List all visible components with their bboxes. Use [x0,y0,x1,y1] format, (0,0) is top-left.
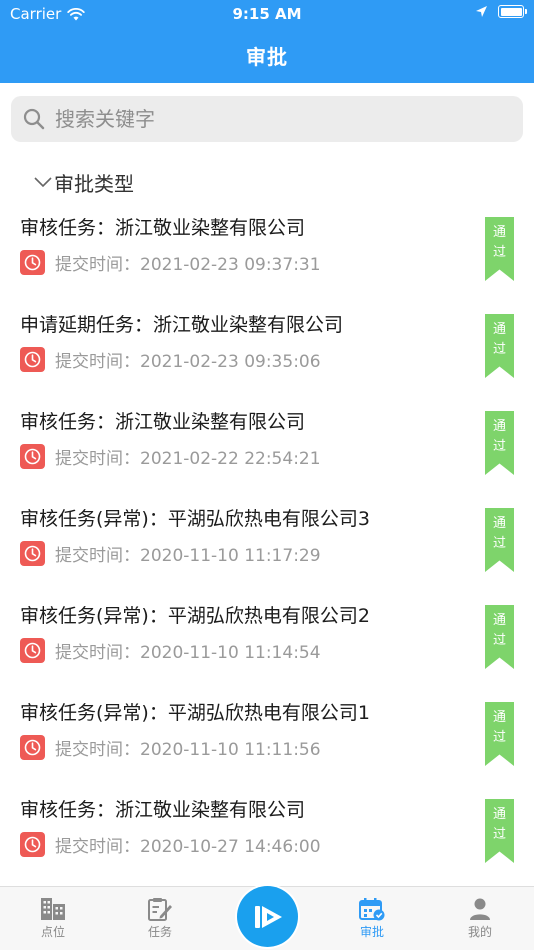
time-label: 提交时间：2020-10-27 14:46:00 [55,837,321,857]
location-arrow-icon [476,6,487,17]
item-time-row: 提交时间：2021-02-23 09:35:06 [20,347,321,372]
clock-icon [20,444,45,469]
tab-tasks[interactable]: 任务 [130,897,190,940]
section-header[interactable]: 审批类型 [34,168,134,196]
search-bar[interactable] [11,96,523,142]
time-label: 提交时间：2021-02-22 22:54:21 [55,449,321,469]
list-item[interactable]: 审核任务：浙江敬业染整有限公司 提交时间：2021-02-22 22:54:21… [0,399,534,496]
status-badge: 通过 [485,702,514,766]
clock-icon [20,250,45,275]
list-item[interactable]: 审核任务：浙江敬业染整有限公司 提交时间：2020-10-27 14:46:00… [0,787,534,884]
status-badge: 通过 [485,508,514,572]
item-title: 审核任务(异常)：平湖弘欣热电有限公司2 [20,605,370,627]
item-time-row: 提交时间：2021-02-22 22:54:21 [20,444,321,469]
list-item[interactable]: 审核任务(异常)：平湖弘欣热电有限公司1 提交时间：2020-11-10 11:… [0,690,534,787]
item-title: 审核任务：浙江敬业染整有限公司 [20,217,306,239]
clock-icon [20,347,45,372]
battery-icon [498,5,527,18]
search-icon [23,108,45,130]
status-badge: 通过 [485,799,514,863]
item-title: 审核任务：浙江敬业染整有限公司 [20,411,306,433]
item-time-row: 提交时间：2020-11-10 11:17:29 [20,541,321,566]
status-time: 9:15 AM [232,5,302,23]
status-badge: 通过 [485,605,514,669]
tab-label: 任务 [147,925,172,939]
tab-profile[interactable]: 我的 [450,897,510,940]
tab-label: 点位 [40,925,65,939]
list-item[interactable]: 审核任务(异常)：平湖弘欣热电有限公司2 提交时间：2020-11-10 11:… [0,593,534,690]
clock-icon [20,735,45,760]
status-badge: 通过 [485,217,514,281]
page-title: 审批 [246,45,288,69]
tab-points[interactable]: 点位 [23,897,83,940]
clock-icon [20,541,45,566]
building-icon [41,898,65,920]
chevron-down-icon [34,177,52,188]
task-edit-icon [148,898,172,921]
list-item[interactable]: 审核任务：浙江敬业染整有限公司 提交时间：2021-02-23 09:37:31… [0,205,534,302]
list-item[interactable]: 审核任务(异常)：平湖弘欣热电有限公司3 提交时间：2020-11-10 11:… [0,496,534,593]
search-input[interactable] [53,106,523,132]
calendar-approval-icon [359,898,385,921]
play-logo-icon [254,905,282,928]
status-badge: 通过 [485,411,514,475]
tab-label: 审批 [359,925,384,939]
item-title: 申请延期任务：浙江敬业染整有限公司 [20,314,344,336]
tab-approval[interactable]: 审批 [342,897,402,940]
item-title: 审核任务(异常)：平湖弘欣热电有限公司1 [20,702,370,724]
tab-label: 我的 [467,925,492,939]
list-item[interactable]: 申请延期任务：浙江敬业染整有限公司 提交时间：2021-02-23 09:35:… [0,302,534,399]
person-icon [470,898,490,920]
status-right [475,5,527,18]
top-bar: Carrier 9:15 AM 审批 [0,0,534,83]
item-time-row: 提交时间：2020-10-27 14:46:00 [20,832,321,857]
status-badge: 通过 [485,314,514,378]
item-time-row: 提交时间：2020-11-10 11:14:54 [20,638,321,663]
item-time-row: 提交时间：2021-02-23 09:37:31 [20,250,321,275]
clock-icon [20,638,45,663]
center-action-button[interactable] [237,886,298,947]
time-label: 提交时间：2020-11-10 11:11:56 [55,740,321,760]
clock-icon [20,832,45,857]
time-label: 提交时间：2020-11-10 11:14:54 [55,643,321,663]
time-label: 提交时间：2021-02-23 09:35:06 [55,352,321,372]
approval-list: 审核任务：浙江敬业染整有限公司 提交时间：2021-02-23 09:37:31… [0,205,534,884]
section-title: 审批类型 [54,171,134,196]
item-title: 审核任务(异常)：平湖弘欣热电有限公司3 [20,508,370,530]
item-title: 审核任务：浙江敬业染整有限公司 [20,799,306,821]
item-time-row: 提交时间：2020-11-10 11:11:56 [20,735,321,760]
time-label: 提交时间：2021-02-23 09:37:31 [55,255,321,275]
time-label: 提交时间：2020-11-10 11:17:29 [55,546,321,566]
